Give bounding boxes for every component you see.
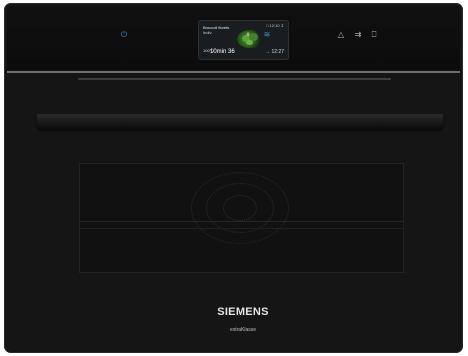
touch-display[interactable]: Broccoli florets Indiv. □ 12:10 ↧ 100°C … xyxy=(199,21,288,59)
program-subtitle: Indiv. xyxy=(203,30,213,35)
product-line-label: extraKlasse xyxy=(229,327,257,333)
control-panel: ⏻ Broccoli florets Indiv. □ 12:10 ↧ 100°… xyxy=(7,6,460,70)
door-handle[interactable] xyxy=(37,114,443,129)
child-lock-button[interactable]: ⇉ xyxy=(352,31,364,39)
panel-divider xyxy=(7,71,460,73)
water-tank-button[interactable]: ⎕ xyxy=(369,31,379,39)
fan-cover xyxy=(191,172,289,244)
oven-window xyxy=(79,163,404,273)
wifi-button[interactable]: ≋ xyxy=(261,31,273,39)
power-button[interactable]: ⏻ xyxy=(119,31,129,39)
end-time-value: → 12:27 xyxy=(265,49,284,55)
brand-logo: SIEMENS xyxy=(217,306,269,318)
status-bar: □ 12:10 ↧ xyxy=(266,23,284,28)
door-top-edge xyxy=(78,78,391,80)
oven: ⏻ Broccoli florets Indiv. □ 12:10 ↧ 100°… xyxy=(4,3,463,353)
rack xyxy=(80,221,403,222)
rack xyxy=(80,228,403,229)
pause-button[interactable]: ⏸ xyxy=(243,31,253,39)
duration-value[interactable]: 10min 36 xyxy=(210,49,235,55)
light-button[interactable]: △ xyxy=(336,31,346,39)
